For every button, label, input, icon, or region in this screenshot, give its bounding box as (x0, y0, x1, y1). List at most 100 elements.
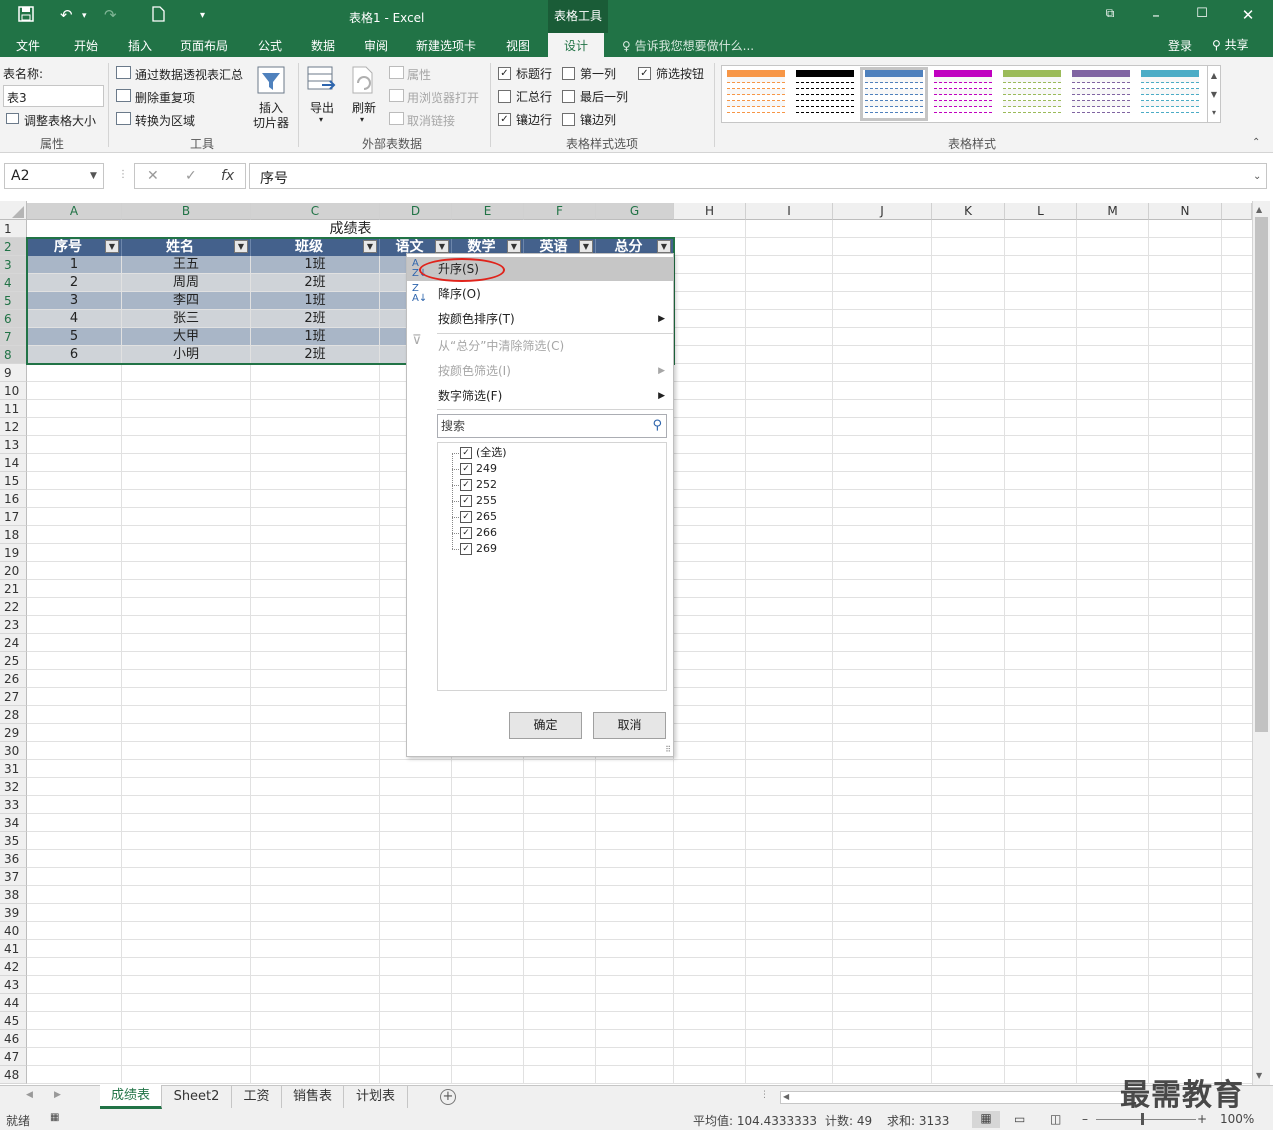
column-header[interactable]: L (1005, 203, 1077, 220)
zoom-in-icon[interactable]: + (1197, 1112, 1207, 1126)
row-header[interactable]: 22 (0, 598, 27, 616)
remove-duplicates-button[interactable]: 删除重复项 (135, 89, 195, 106)
filter-value-list[interactable]: ✓ (全选) ✓ 249 ✓ 252 ✓ 255 ✓ 265 ✓ 266 ✓ 269 (437, 442, 667, 691)
table-cell[interactable]: 小明 (122, 346, 250, 363)
filter-dropdown-button[interactable]: ▼ (657, 240, 671, 253)
zoom-slider-track[interactable] (1096, 1119, 1196, 1120)
name-box[interactable]: A2 (4, 163, 104, 189)
banded-columns-checkbox[interactable] (562, 113, 575, 126)
filter-dropdown-button[interactable]: ▼ (579, 240, 593, 253)
row-header[interactable]: 8 (0, 346, 27, 364)
total-row-checkbox[interactable] (498, 90, 511, 103)
table-style-black[interactable] (794, 70, 856, 118)
row-header[interactable]: 16 (0, 490, 27, 508)
table-cell[interactable]: 周周 (122, 274, 250, 291)
table-style-teal[interactable] (1139, 70, 1201, 118)
filter-button-checkbox[interactable]: ✓ (638, 67, 651, 80)
tab-file[interactable]: 文件 (16, 37, 40, 54)
vertical-scroll-thumb[interactable] (1255, 217, 1268, 732)
add-sheet-icon[interactable]: + (440, 1089, 456, 1105)
sort-descending-item[interactable]: Z A↓ 降序(O) (407, 282, 673, 306)
table-style-orange[interactable] (725, 70, 787, 118)
row-header[interactable]: 46 (0, 1030, 27, 1048)
refresh-button[interactable]: 刷新 (352, 99, 376, 116)
table-cell[interactable]: 1班 (251, 328, 379, 345)
sort-by-color-item[interactable]: 按颜色排序(T) ▶ (407, 307, 673, 331)
save-icon[interactable] (18, 6, 34, 26)
row-header[interactable]: 35 (0, 832, 27, 850)
row-header[interactable]: 9 (0, 364, 27, 382)
number-filters-item[interactable]: 数字筛选(F) ▶ (407, 384, 673, 408)
gallery-up-icon[interactable]: ▲ (1208, 66, 1220, 85)
table-cell[interactable]: 1 (27, 256, 121, 273)
select-all-corner[interactable] (0, 201, 27, 220)
filter-value-label[interactable]: (全选) (476, 445, 507, 461)
row-header[interactable]: 13 (0, 436, 27, 454)
expand-formula-icon[interactable]: ⌄ (1253, 171, 1261, 182)
row-header[interactable]: 14 (0, 454, 27, 472)
table-cell[interactable]: 2班 (251, 274, 379, 291)
row-header[interactable]: 3 (0, 256, 27, 274)
table-header-cell[interactable]: 序号 ▼ (27, 238, 122, 256)
row-header[interactable]: 25 (0, 652, 27, 670)
column-header[interactable]: K (932, 203, 1005, 220)
name-box-dropdown-icon[interactable]: ▼ (90, 171, 97, 181)
close-icon[interactable]: ✕ (1238, 6, 1258, 24)
tab-page-layout[interactable]: 页面布局 (180, 37, 228, 54)
header-row-checkbox[interactable]: ✓ (498, 67, 511, 80)
row-header[interactable]: 23 (0, 616, 27, 634)
table-style-green[interactable] (1001, 70, 1063, 118)
row-header[interactable]: 28 (0, 706, 27, 724)
tab-new-tab[interactable]: 新建选项卡 (416, 37, 476, 54)
column-header[interactable]: M (1077, 203, 1149, 220)
row-header[interactable]: 21 (0, 580, 27, 598)
insert-slicer-line2[interactable]: 切片器 (253, 114, 289, 131)
row-header[interactable]: 17 (0, 508, 27, 526)
table-cell[interactable]: 2 (27, 274, 121, 291)
row-header[interactable]: 34 (0, 814, 27, 832)
filter-value-label[interactable]: 265 (476, 509, 497, 525)
row-header[interactable]: 10 (0, 382, 27, 400)
maximize-icon[interactable]: ☐ (1192, 6, 1212, 21)
row-header[interactable]: 27 (0, 688, 27, 706)
table-name-input[interactable]: 表3 (3, 85, 104, 107)
row-header[interactable]: 38 (0, 886, 27, 904)
cancel-button[interactable]: 取消 (593, 712, 666, 739)
sheet-tab-sheet2[interactable]: Sheet2 (162, 1086, 232, 1108)
row-header[interactable]: 42 (0, 958, 27, 976)
filter-value-checkbox[interactable]: ✓ (460, 495, 472, 507)
row-header[interactable]: 4 (0, 274, 27, 292)
row-header[interactable]: 37 (0, 868, 27, 886)
formula-input[interactable]: 序号 (249, 163, 1267, 189)
column-header[interactable]: F (524, 203, 596, 220)
row-header[interactable]: 15 (0, 472, 27, 490)
row-header[interactable]: 44 (0, 994, 27, 1012)
filter-search-input[interactable]: 搜索 ⚲ (437, 414, 667, 438)
scroll-left-icon[interactable]: ◀ (783, 1092, 789, 1101)
table-style-blue[interactable] (860, 67, 928, 121)
table-cell[interactable]: 6 (27, 346, 121, 363)
filter-value-checkbox[interactable]: ✓ (460, 479, 472, 491)
zoom-level[interactable]: 100% (1220, 1112, 1254, 1126)
row-header[interactable]: 32 (0, 778, 27, 796)
ok-button[interactable]: 确定 (509, 712, 582, 739)
sheet-tab-scores[interactable]: 成绩表 (100, 1085, 162, 1109)
column-header[interactable]: E (452, 203, 524, 220)
table-cell[interactable]: 张三 (122, 310, 250, 327)
column-header[interactable]: D (380, 203, 452, 220)
table-style-magenta[interactable] (932, 70, 994, 118)
column-header[interactable]: N (1149, 203, 1222, 220)
table-cell[interactable]: 3 (27, 292, 121, 309)
table-cell[interactable]: 李四 (122, 292, 250, 309)
filter-value-checkbox[interactable]: ✓ (460, 527, 472, 539)
export-button[interactable]: 导出 (310, 99, 334, 116)
minimize-icon[interactable]: – (1146, 6, 1166, 24)
table-header-cell[interactable]: 班级 ▼ (251, 238, 380, 256)
filter-value-checkbox[interactable]: ✓ (460, 447, 472, 459)
page-break-view-icon[interactable]: ◫ (1050, 1112, 1061, 1126)
tell-me-search[interactable]: ♀ 告诉我您想要做什么... (622, 37, 754, 54)
filter-value-label[interactable]: 266 (476, 525, 497, 541)
horizontal-scrollbar[interactable]: ◀ (780, 1091, 1135, 1104)
resize-table-button[interactable]: 调整表格大小 (24, 112, 96, 129)
table-cell[interactable]: 4 (27, 310, 121, 327)
